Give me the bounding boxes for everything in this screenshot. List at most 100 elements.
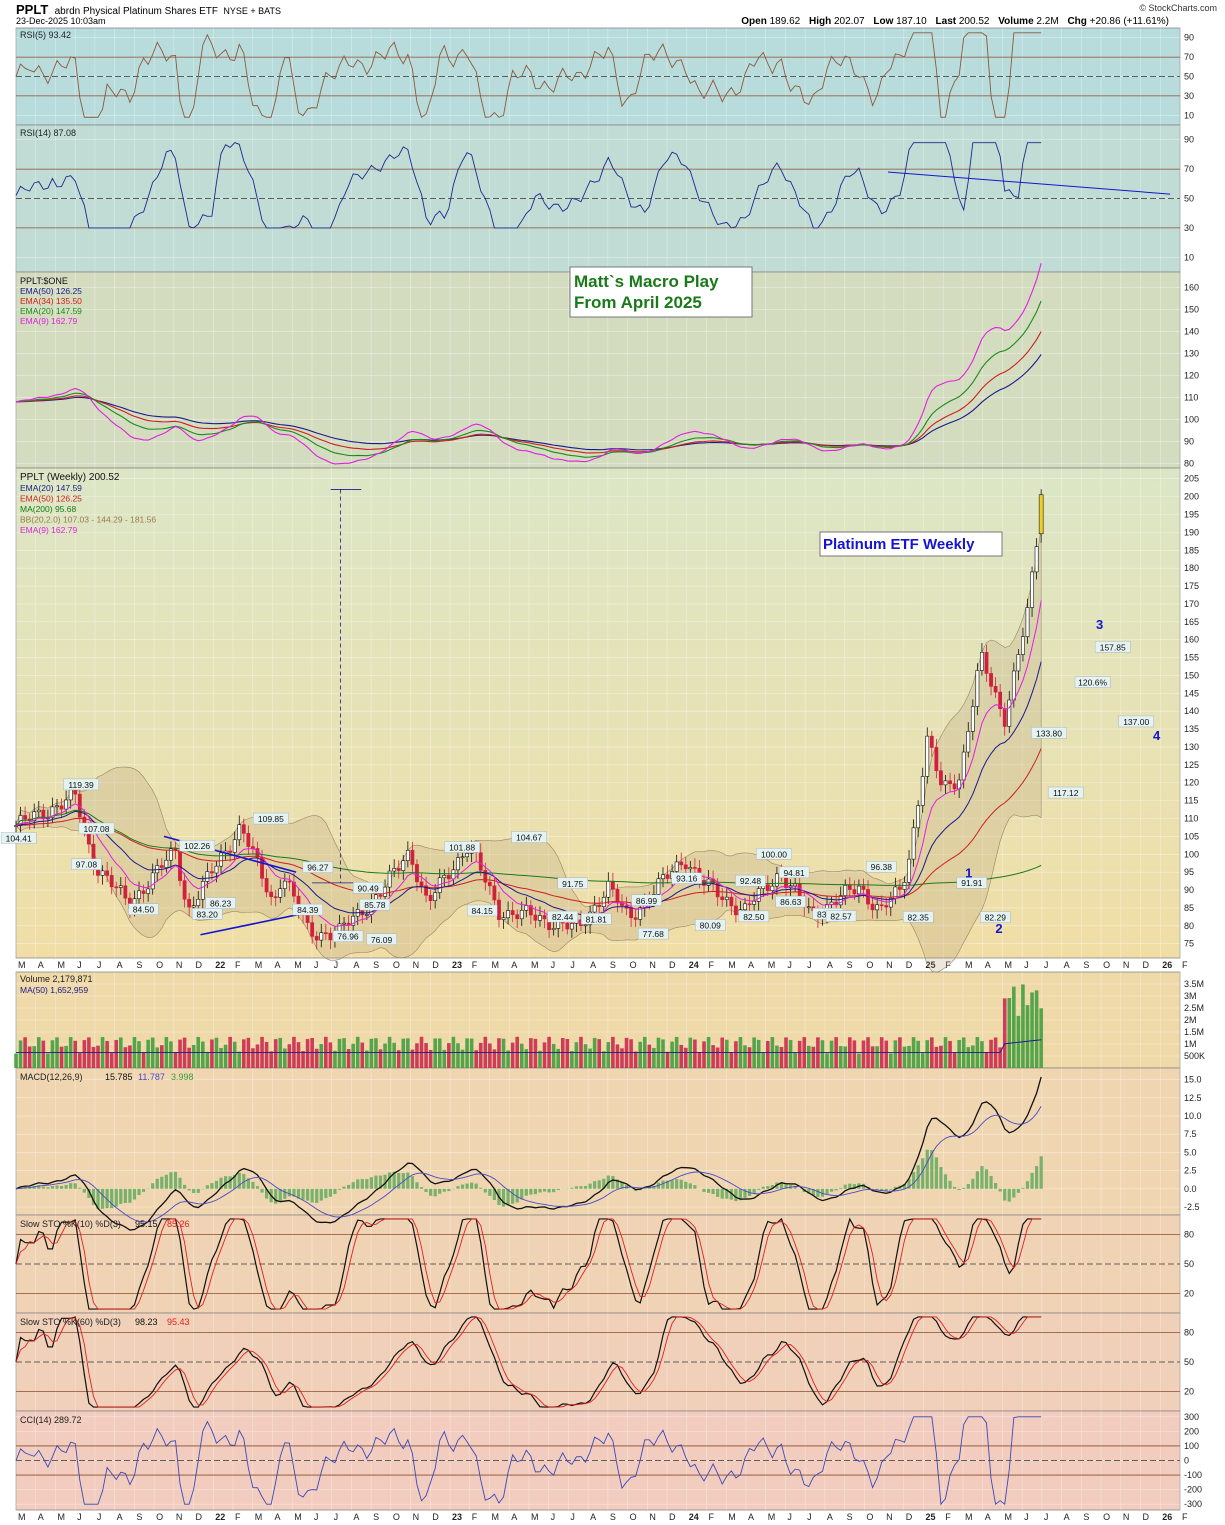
candle-body <box>538 915 542 921</box>
price-label: 101.88 <box>449 843 475 853</box>
volume-bar <box>255 1044 260 1068</box>
y-tick-label: 70 <box>1184 52 1194 62</box>
x-tick-label: J <box>97 960 102 970</box>
volume-bar <box>1007 998 1012 1068</box>
candle-body <box>214 865 219 874</box>
candle-body <box>442 875 447 879</box>
ratio-legend-item: EMA(20) 147.59 <box>20 306 82 316</box>
x-tick-label: O <box>1103 960 1110 970</box>
y-tick-label: 80 <box>1184 1230 1194 1240</box>
macd-histogram <box>173 1171 178 1189</box>
price-label: 93.16 <box>676 874 698 884</box>
x-tick-label: M <box>491 1512 499 1522</box>
macd-histogram <box>128 1188 132 1203</box>
candle-body <box>843 885 848 896</box>
macd-histogram <box>693 1185 697 1189</box>
macd-histogram <box>1021 1187 1025 1189</box>
ratio-legend-item: EMA(9) 162.79 <box>20 316 77 326</box>
volume-bar <box>155 1047 160 1068</box>
macd-histogram <box>547 1188 551 1193</box>
macd-histogram <box>943 1174 948 1189</box>
x-tick-label: M <box>18 960 26 970</box>
macd-histogram <box>178 1177 182 1189</box>
candle-body <box>720 896 725 900</box>
macd-histogram <box>1035 1166 1039 1189</box>
macd-histogram <box>50 1186 55 1189</box>
x-tick-label: S <box>1083 960 1089 970</box>
volume-bar <box>629 1039 633 1068</box>
macd-histogram <box>529 1188 533 1195</box>
x-tick-label: O <box>630 960 637 970</box>
macd-histogram <box>511 1188 515 1204</box>
candle-body <box>64 799 69 810</box>
y-tick-label: 200 <box>1184 492 1199 502</box>
price-label: 82.35 <box>908 912 930 922</box>
candle-body <box>141 890 146 894</box>
volume-bar <box>852 1040 857 1068</box>
macd-histogram <box>356 1179 360 1189</box>
candle-body <box>150 872 155 890</box>
y-tick-label: 5.0 <box>1184 1147 1197 1157</box>
y-tick-label: 10 <box>1184 252 1194 262</box>
macd-histogram <box>397 1172 401 1189</box>
volume-bar <box>14 1053 18 1068</box>
candle-body <box>597 904 602 907</box>
macd-histogram <box>661 1180 665 1189</box>
x-tick-label: N <box>1123 960 1130 970</box>
macd-histogram <box>488 1188 492 1196</box>
x-tick-label: J <box>551 1512 556 1522</box>
macd-histogram <box>182 1184 187 1189</box>
candle-body <box>210 871 214 874</box>
y-tick-label: 160 <box>1184 635 1199 645</box>
y-tick-label: 15.0 <box>1184 1075 1202 1085</box>
x-tick-label: F <box>709 960 715 970</box>
volume-bar <box>173 1052 178 1068</box>
volume-bar <box>506 1050 510 1068</box>
macd-histogram <box>1025 1181 1030 1189</box>
macd-histogram <box>365 1179 369 1189</box>
volume-bar <box>829 1040 834 1068</box>
price-label: 96.38 <box>871 862 893 872</box>
y-tick-label: 100 <box>1184 1441 1199 1451</box>
volume-bar <box>456 1043 460 1068</box>
macd-histogram <box>711 1188 715 1195</box>
candle-body <box>264 878 269 893</box>
macd-histogram <box>192 1188 196 1194</box>
macd-histogram <box>843 1184 847 1189</box>
macd-histogram <box>470 1182 474 1189</box>
macd-histogram <box>479 1187 483 1189</box>
x-tick-label: 26 <box>1162 960 1172 970</box>
macd-histogram <box>433 1188 437 1197</box>
volume-bar <box>46 1053 50 1068</box>
volume-bar <box>137 1041 141 1068</box>
candle-body <box>629 907 634 919</box>
volume-bar <box>310 1038 314 1068</box>
candle-body <box>925 735 930 777</box>
volume-bar <box>1025 1005 1030 1068</box>
x-tick-label: A <box>38 1512 44 1522</box>
x-tick-label: F <box>945 1512 951 1522</box>
wave-label: 3 <box>1096 617 1103 632</box>
macd-histogram <box>119 1188 123 1204</box>
cci-legend: CCI(14) 289.72 <box>20 1415 82 1425</box>
x-tick-label: 24 <box>689 960 699 970</box>
volume-bar <box>556 1048 561 1068</box>
volume-bar <box>77 1053 82 1068</box>
candle-body <box>519 910 524 920</box>
volume-bar <box>109 1052 114 1068</box>
macd-histogram <box>911 1172 916 1189</box>
candle-body <box>191 905 196 908</box>
x-tick-label: M <box>294 960 302 970</box>
volume-bar <box>670 1041 674 1068</box>
volume-bar <box>337 1038 342 1068</box>
macd-histogram <box>839 1187 843 1189</box>
volume-bar <box>1021 984 1025 1068</box>
candle-body <box>661 874 665 880</box>
candle-body <box>743 903 747 911</box>
volume-bar <box>301 1051 305 1068</box>
candle-body <box>364 914 369 916</box>
candle-body <box>952 783 957 790</box>
macd-histogram <box>442 1188 446 1192</box>
volume-bar <box>884 1040 889 1068</box>
x-tick-label: N <box>886 1512 893 1522</box>
